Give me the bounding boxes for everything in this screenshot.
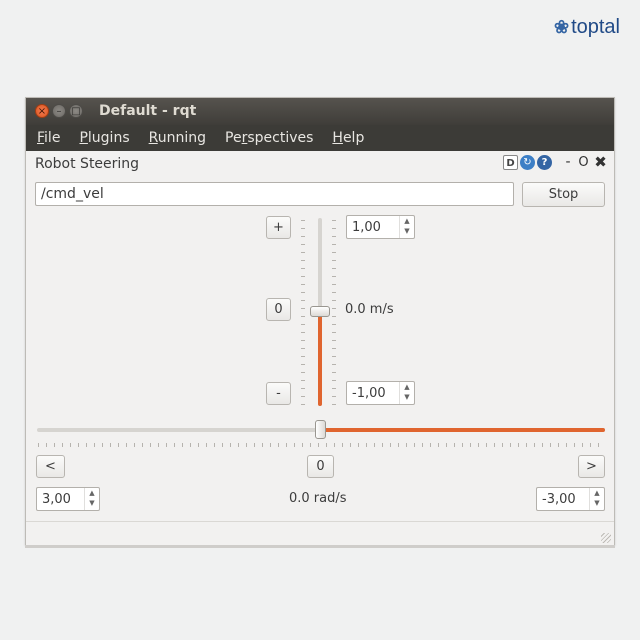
linear-slider-ticks-left [301,220,305,406]
reload-icon[interactable]: ↻ [520,155,535,170]
menu-file-accel: F [37,130,45,146]
menu-running-label: unning [157,130,207,146]
angular-velocity-readout: 0.0 rad/s [289,491,347,506]
angular-slider-handle[interactable] [315,420,326,439]
menu-plugins-label: lugins [87,130,130,146]
angular-max-spinbox[interactable]: 3,00 ▲ ▼ [36,487,100,511]
angular-right-button[interactable]: > [578,455,605,478]
spin-up-icon[interactable]: ▲ [400,382,414,392]
linear-slider-handle[interactable] [310,306,330,317]
spin-up-icon[interactable]: ▲ [400,216,414,226]
angular-max-arrows[interactable]: ▲ ▼ [84,488,99,510]
menu-perspectives-label: spectives [247,130,314,146]
toptal-logo: ❀ toptal [554,16,620,39]
menu-help-accel: H [332,130,343,146]
spin-down-icon[interactable]: ▼ [400,226,414,236]
close-icon: × [37,106,47,117]
angular-min-spinbox[interactable]: -3,00 ▲ ▼ [536,487,605,511]
title-bar: × – □ Default - rqt [26,98,614,125]
angular-left-button[interactable]: < [36,455,65,478]
window-title: Default - rqt [99,103,197,119]
menu-perspectives[interactable]: Perspectives [225,130,313,146]
angular-zero-button[interactable]: 0 [307,455,334,478]
menu-bar: File Plugins Running Perspectives Help [26,125,614,151]
spin-down-icon[interactable]: ▼ [85,498,99,508]
linear-zero-button[interactable]: 0 [266,298,291,321]
topic-input[interactable] [35,182,514,206]
linear-slider-ticks-right [332,220,336,406]
minimize-icon: – [56,106,62,117]
plugin-header: Robot Steering D ↻ ? - O ✖ [26,151,614,178]
linear-min-spinbox[interactable]: -1,00 ▲ ▼ [346,381,415,405]
spin-up-icon[interactable]: ▲ [85,488,99,498]
menu-help-label: elp [342,130,365,146]
window-maximize-button[interactable]: □ [69,104,83,118]
linear-max-arrows[interactable]: ▲ ▼ [399,216,414,238]
toptal-logo-text: toptal [571,16,620,38]
window-close-button[interactable]: × [35,104,49,118]
spin-down-icon[interactable]: ▼ [400,392,414,402]
menu-running[interactable]: Running [149,130,206,146]
linear-slider-fill [318,312,322,406]
angular-slider-ticks [38,443,604,447]
plugin-minimize-icon[interactable]: - [562,155,574,170]
angular-max-value: 3,00 [42,492,71,507]
status-bar [26,521,614,546]
spin-down-icon[interactable]: ▼ [590,498,604,508]
angular-min-value: -3,00 [542,492,576,507]
menu-running-accel: R [148,130,158,146]
window-minimize-button[interactable]: – [52,104,66,118]
resize-grip-icon[interactable] [601,533,611,543]
plugin-restore-icon[interactable]: O [576,155,591,170]
window-bottom-edge [25,545,615,548]
menu-perspectives-pre: Pe [225,130,242,146]
angular-slider-fill [321,428,605,432]
dynamic-reconfigure-icon[interactable]: D [503,155,518,170]
toptal-logo-icon: ❀ [553,17,570,37]
plugin-header-icons: D ↻ ? - O ✖ [503,155,608,170]
plugin-close-icon[interactable]: ✖ [593,155,608,170]
menu-plugins-accel: P [79,130,88,146]
menu-file[interactable]: File [37,130,60,146]
linear-min-arrows[interactable]: ▲ ▼ [399,382,414,404]
menu-plugins[interactable]: Plugins [79,130,129,146]
spin-up-icon[interactable]: ▲ [590,488,604,498]
angular-min-arrows[interactable]: ▲ ▼ [589,488,604,510]
menu-file-label: ile [44,130,61,146]
linear-max-value: 1,00 [352,220,381,235]
linear-max-spinbox[interactable]: 1,00 ▲ ▼ [346,215,415,239]
linear-increase-button[interactable]: + [266,216,291,239]
rqt-window: × – □ Default - rqt File Plugins Running… [25,97,615,546]
linear-velocity-readout: 0.0 m/s [345,302,394,317]
plugin-title: Robot Steering [35,156,140,172]
linear-decrease-button[interactable]: - [266,382,291,405]
stop-button[interactable]: Stop [522,182,605,207]
help-icon[interactable]: ? [537,155,552,170]
menu-help[interactable]: Help [332,130,364,146]
maximize-icon: □ [71,106,81,117]
linear-min-value: -1,00 [352,386,386,401]
